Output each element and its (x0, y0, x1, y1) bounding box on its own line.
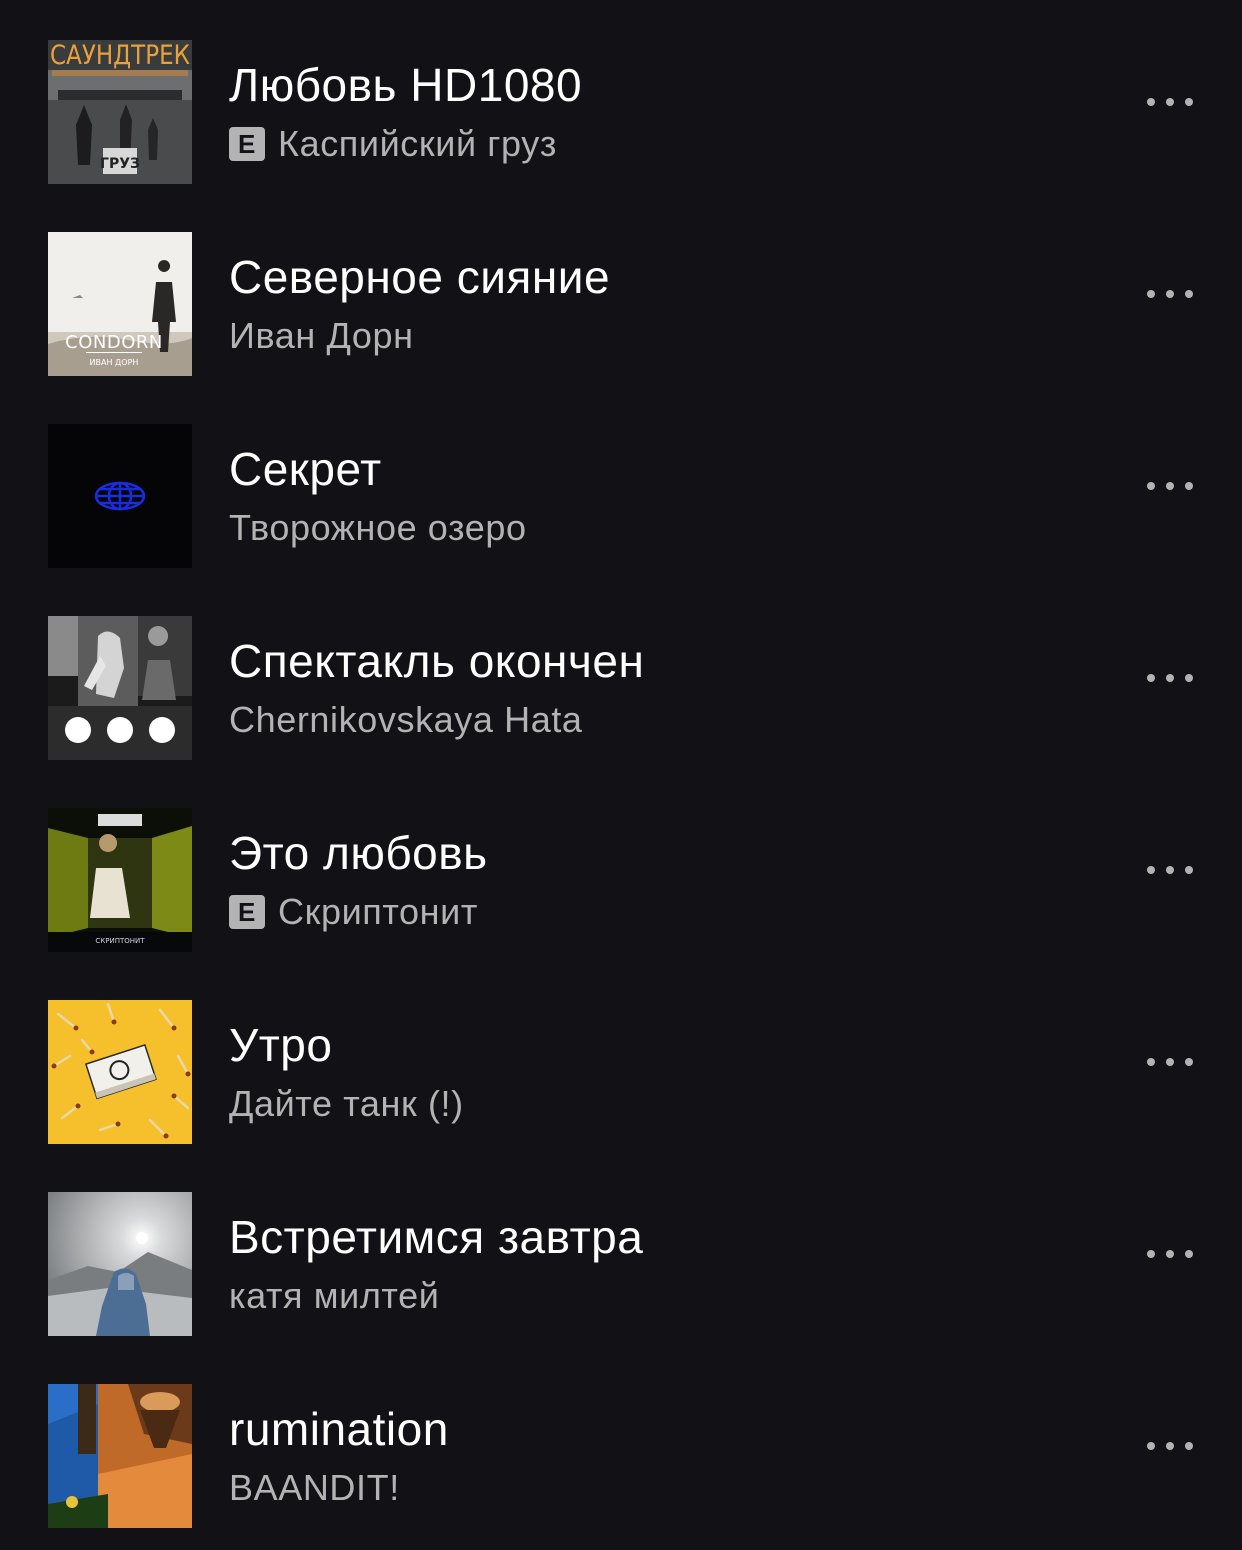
track-row[interactable]: Секрет Творожное озеро (0, 384, 1242, 576)
more-options-icon-dot (1185, 866, 1193, 874)
more-options-icon (1147, 1058, 1155, 1066)
more-options-icon-dot (1185, 674, 1193, 682)
more-options-icon-dot (1185, 1058, 1193, 1066)
track-info: Встретимся завтра катя милтей (229, 1208, 1089, 1324)
track-subtitle: E Скриптонит (229, 884, 1089, 940)
track-title[interactable]: Секрет (229, 440, 1089, 498)
track-row[interactable]: ГРУЗ САУНДТРЕК Любовь HD1080 E Каспийски… (0, 0, 1242, 192)
album-cover (48, 1192, 192, 1336)
track-info: rumination BAANDIT! (229, 1400, 1089, 1516)
more-options-icon (1147, 482, 1155, 490)
album-cover (48, 616, 192, 760)
track-artist[interactable]: Иван Дорн (229, 308, 414, 364)
more-options-button[interactable] (1130, 658, 1210, 698)
more-options-icon (1147, 98, 1155, 106)
more-options-icon-dot (1185, 290, 1193, 298)
more-options-icon-dot (1166, 866, 1174, 874)
track-info: Северное сияние Иван Дорн (229, 248, 1089, 364)
track-artist[interactable]: Скриптонит (278, 884, 478, 940)
more-options-icon (1147, 290, 1155, 298)
track-title[interactable]: Это любовь (229, 824, 1089, 882)
more-options-icon-dot (1166, 1250, 1174, 1258)
album-cover (48, 424, 192, 568)
track-title[interactable]: Северное сияние (229, 248, 1089, 306)
more-options-icon-dot (1185, 1250, 1193, 1258)
more-options-icon-dot (1166, 1442, 1174, 1450)
track-subtitle: E Каспийский груз (229, 116, 1089, 172)
more-options-button[interactable] (1130, 466, 1210, 506)
more-options-icon (1147, 674, 1155, 682)
more-options-button[interactable] (1130, 1234, 1210, 1274)
track-subtitle: катя милтей (229, 1268, 1089, 1324)
more-options-icon-dot (1166, 482, 1174, 490)
track-artist[interactable]: Chernikovskaya Hata (229, 692, 583, 748)
more-options-icon (1147, 866, 1155, 874)
track-row[interactable]: Спектакль окончен Chernikovskaya Hata (0, 576, 1242, 768)
more-options-icon-dot (1185, 482, 1193, 490)
track-title[interactable]: rumination (229, 1400, 1089, 1458)
track-row[interactable]: Встретимся завтра катя милтей (0, 1152, 1242, 1344)
track-artist[interactable]: BAANDIT! (229, 1460, 400, 1516)
more-options-icon-dot (1166, 290, 1174, 298)
more-options-icon-dot (1185, 98, 1193, 106)
more-options-button[interactable] (1130, 274, 1210, 314)
track-subtitle: BAANDIT! (229, 1460, 1089, 1516)
track-info: Утро Дайте танк (!) (229, 1016, 1089, 1132)
track-info: Спектакль окончен Chernikovskaya Hata (229, 632, 1089, 748)
cover-subtext: ГРУЗ (100, 156, 140, 172)
track-artist[interactable]: Дайте танк (!) (229, 1076, 464, 1132)
album-cover: ГРУЗ САУНДТРЕК (48, 40, 192, 184)
track-subtitle: Дайте танк (!) (229, 1076, 1089, 1132)
more-options-button[interactable] (1130, 1426, 1210, 1466)
cover-title: СКРИПТОНИТ (95, 937, 145, 945)
explicit-badge: E (229, 127, 265, 161)
album-cover: CONDORN ИВАН ДОРН (48, 232, 192, 376)
more-options-icon-dot (1166, 1058, 1174, 1066)
track-row[interactable]: СКРИПТОНИТ Это любовь E Скриптонит (0, 768, 1242, 960)
track-artist[interactable]: катя милтей (229, 1268, 439, 1324)
more-options-button[interactable] (1130, 1042, 1210, 1082)
globe-icon (94, 481, 146, 511)
track-title[interactable]: Утро (229, 1016, 1089, 1074)
more-options-icon (1147, 1250, 1155, 1258)
album-cover (48, 1384, 192, 1528)
more-options-icon-dot (1166, 98, 1174, 106)
track-subtitle: Chernikovskaya Hata (229, 692, 1089, 748)
track-title[interactable]: Спектакль окончен (229, 632, 1089, 690)
more-options-icon-dot (1166, 674, 1174, 682)
track-list: ГРУЗ САУНДТРЕК Любовь HD1080 E Каспийски… (0, 0, 1242, 1550)
track-subtitle: Творожное озеро (229, 500, 1089, 556)
track-artist[interactable]: Творожное озеро (229, 500, 527, 556)
album-cover: СКРИПТОНИТ (48, 808, 192, 952)
explicit-badge: E (229, 895, 265, 929)
track-info: Это любовь E Скриптонит (229, 824, 1089, 940)
track-title[interactable]: Встретимся завтра (229, 1208, 1089, 1266)
more-options-button[interactable] (1130, 850, 1210, 890)
track-row[interactable]: rumination BAANDIT! (0, 1344, 1242, 1536)
cover-title: CONDORN (65, 332, 163, 353)
track-row[interactable]: Утро Дайте танк (!) (0, 960, 1242, 1152)
track-artist[interactable]: Каспийский груз (278, 116, 557, 172)
track-row[interactable]: CONDORN ИВАН ДОРН Северное сияние Иван Д… (0, 192, 1242, 384)
more-options-button[interactable] (1130, 82, 1210, 122)
album-cover (48, 1000, 192, 1144)
track-info: Секрет Творожное озеро (229, 440, 1089, 556)
track-info: Любовь HD1080 E Каспийский груз (229, 56, 1089, 172)
track-title[interactable]: Любовь HD1080 (229, 56, 1089, 114)
cover-title: САУНДТРЕК (50, 40, 190, 71)
track-subtitle: Иван Дорн (229, 308, 1089, 364)
more-options-icon-dot (1185, 1442, 1193, 1450)
cover-subtext: ИВАН ДОРН (90, 358, 139, 367)
more-options-icon (1147, 1442, 1155, 1450)
